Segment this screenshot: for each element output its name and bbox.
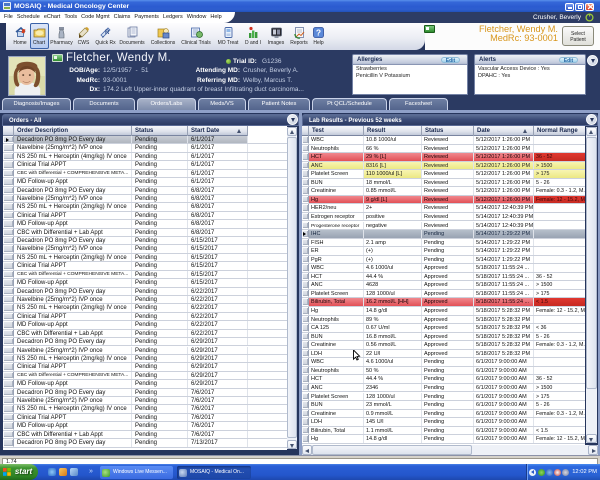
- svg-text:?: ?: [316, 28, 321, 38]
- svg-text:R: R: [105, 30, 110, 36]
